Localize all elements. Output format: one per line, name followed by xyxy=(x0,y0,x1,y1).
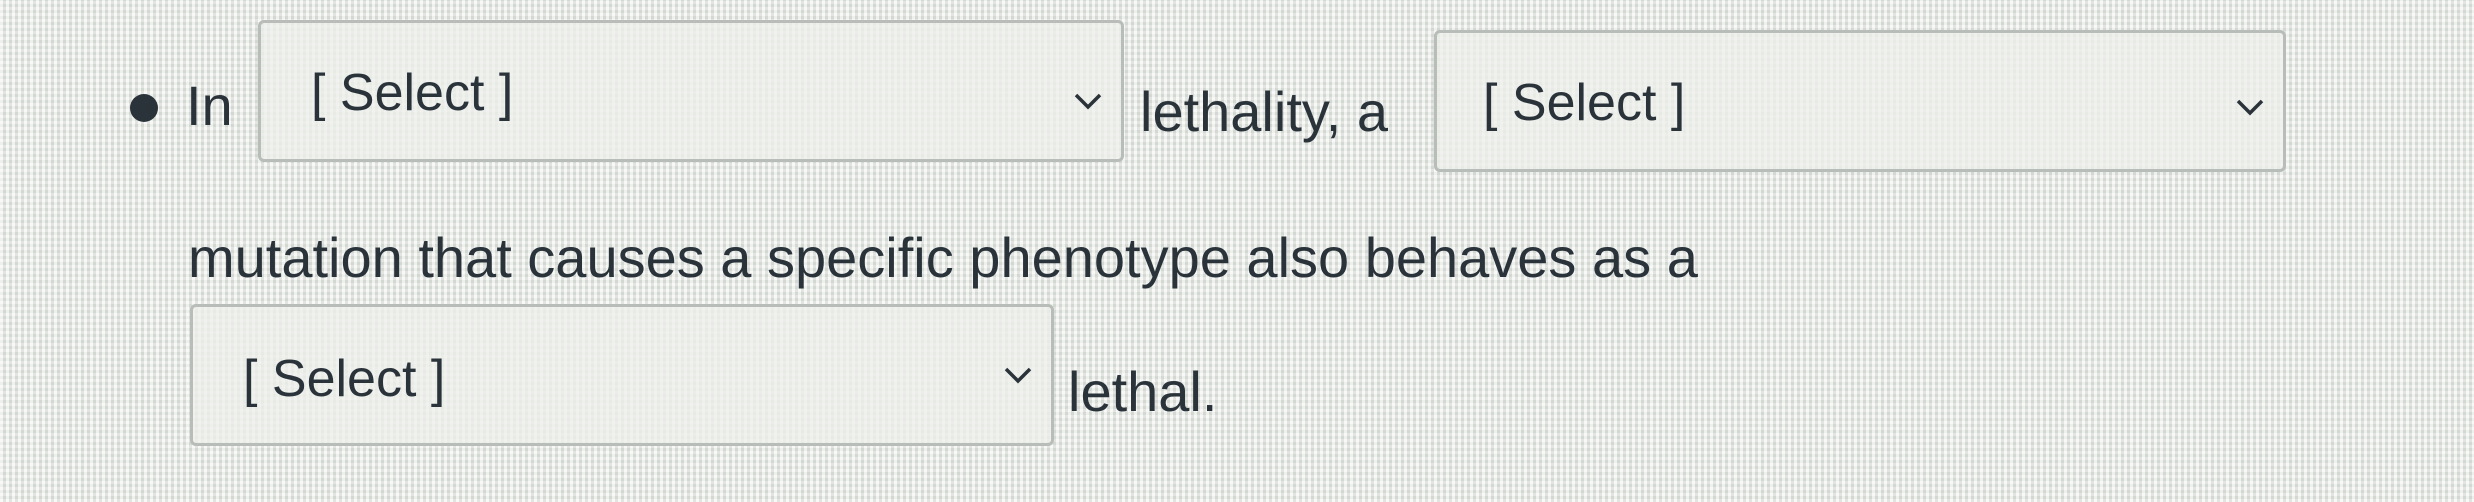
answer-dropdown-2[interactable]: [ Select ] xyxy=(1434,30,2286,172)
text-lethal: lethal. xyxy=(1068,360,1218,423)
bullet-point xyxy=(130,94,158,122)
dropdown-3-value: [ Select ] xyxy=(243,350,446,408)
dropdown-1-value: [ Select ] xyxy=(311,64,514,122)
text-in: In xyxy=(186,74,233,137)
answer-dropdown-3[interactable]: [ Select ] xyxy=(190,304,1054,446)
dropdown-2-value: [ Select ] xyxy=(1483,74,1686,132)
chevron-down-icon xyxy=(2235,97,2265,117)
fill-in-blank-question: In [ Select ] lethality, a [ Select ] mu… xyxy=(0,0,2474,502)
answer-dropdown-1[interactable]: [ Select ] xyxy=(258,20,1124,162)
text-line-two: mutation that causes a specific phenotyp… xyxy=(188,226,1698,289)
chevron-down-icon xyxy=(1073,91,1103,111)
chevron-down-icon xyxy=(1003,365,1033,385)
text-lethality-a: lethality, a xyxy=(1140,80,1388,143)
